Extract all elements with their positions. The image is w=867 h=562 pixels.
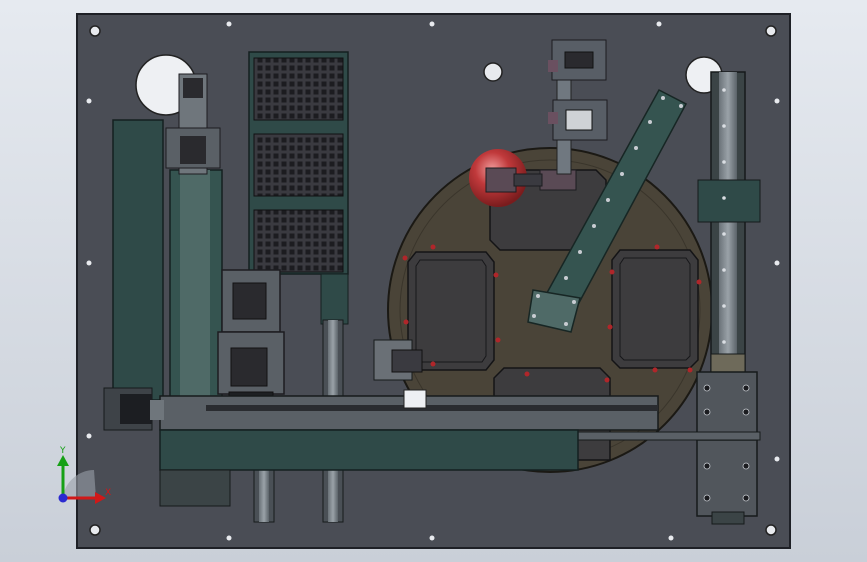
- y-axis-arrowhead: [57, 455, 69, 466]
- horizontal-beam: [575, 431, 761, 441]
- right-lower-bracket: [696, 371, 758, 525]
- assembly-drawing[interactable]: Y X: [0, 0, 867, 562]
- cad-viewport[interactable]: Y X: [0, 0, 867, 562]
- x-axis-label: X: [105, 488, 111, 498]
- y-axis-label: Y: [59, 446, 66, 456]
- camera-units[interactable]: [217, 269, 285, 415]
- z-axis-dot: [58, 493, 68, 503]
